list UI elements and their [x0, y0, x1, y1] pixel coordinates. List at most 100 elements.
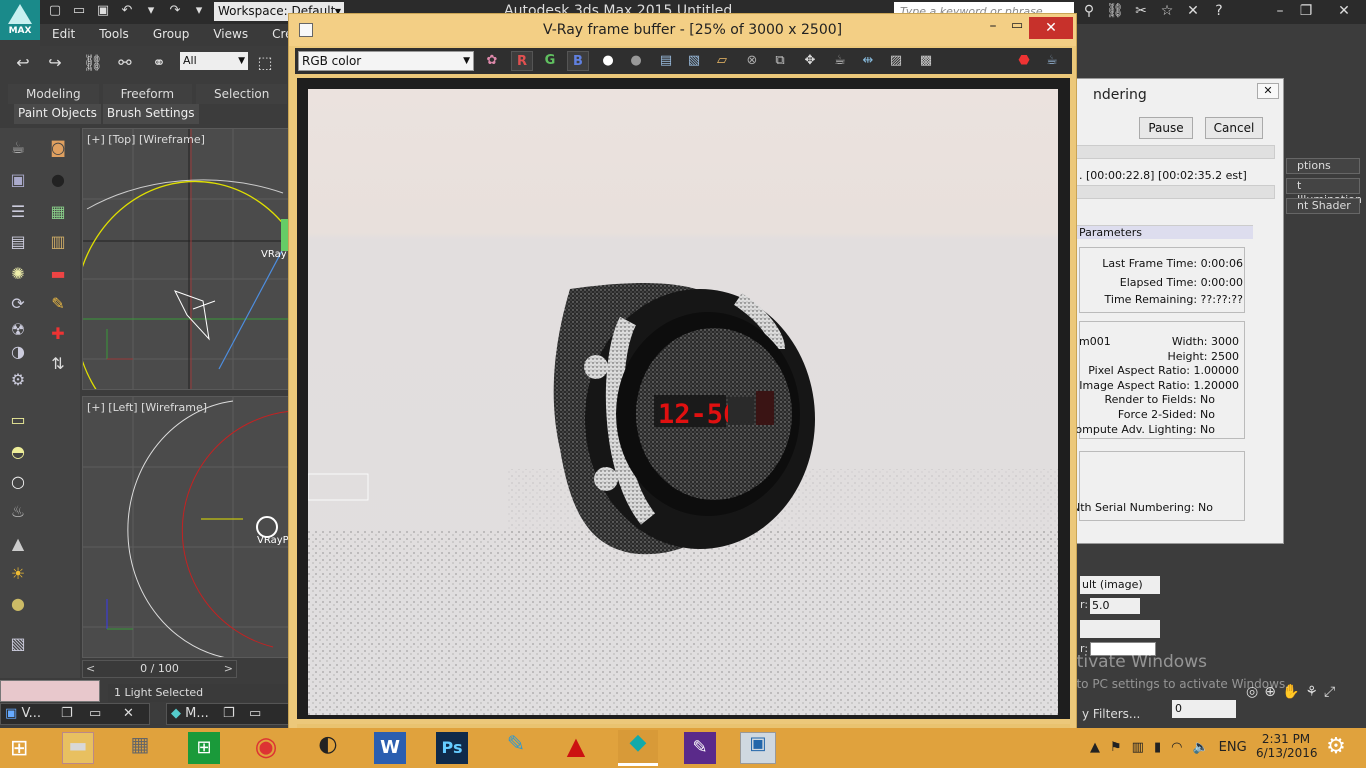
- tab-modeling[interactable]: Modeling: [8, 84, 99, 104]
- time-slider[interactable]: < 0 / 100 >: [82, 660, 237, 678]
- clear-image-icon[interactable]: ⊗: [741, 51, 763, 71]
- close-button[interactable]: ✕: [1029, 17, 1073, 39]
- brush-settings-button[interactable]: Brush Settings: [102, 104, 199, 124]
- sphere-black-icon[interactable]: ●: [46, 168, 70, 192]
- redo-icon[interactable]: ↷: [166, 2, 184, 20]
- media-player-icon[interactable]: ◐: [312, 732, 344, 764]
- image-filter-select[interactable]: ult (image): [1080, 576, 1160, 594]
- spreadsheet-icon[interactable]: ▦: [46, 200, 70, 224]
- sphere-gold-icon[interactable]: ●: [6, 592, 30, 616]
- close-button[interactable]: ✕: [1328, 0, 1360, 22]
- 3ds-max-taskbar-icon[interactable]: ◆: [618, 730, 658, 766]
- load-image-icon[interactable]: ▱: [711, 51, 733, 71]
- green-channel-toggle[interactable]: G: [539, 51, 561, 71]
- key-filters-button[interactable]: y Filters...: [1082, 707, 1140, 721]
- render-teapot-icon[interactable]: ☕: [1041, 51, 1063, 71]
- render-frame-icon[interactable]: ▣: [6, 168, 30, 192]
- close-icon[interactable]: ✕: [123, 704, 134, 724]
- render-view[interactable]: 12-56: [297, 78, 1070, 719]
- photoshop-icon[interactable]: Ps: [436, 732, 468, 764]
- favorites-icon[interactable]: ☆: [1158, 2, 1176, 20]
- camera-icon[interactable]: ◙: [46, 136, 70, 160]
- color-picker-icon[interactable]: ✿: [481, 51, 503, 71]
- unlink-icon[interactable]: ⚯: [114, 52, 136, 74]
- tab-selection[interactable]: Selection: [196, 84, 288, 104]
- undo-icon[interactable]: ↩: [12, 52, 34, 74]
- app-logo[interactable]: MAX: [0, 0, 40, 40]
- sun-icon[interactable]: ☀: [6, 562, 30, 586]
- select-object-icon[interactable]: ⬚: [254, 52, 276, 74]
- rendered-image[interactable]: 12-56: [308, 89, 1058, 715]
- gradient-icon[interactable]: ▬: [46, 262, 70, 286]
- maximize-button[interactable]: ❐: [1290, 0, 1322, 22]
- size-spinner[interactable]: 5.0: [1090, 598, 1140, 614]
- maximize-button[interactable]: ▭: [1005, 18, 1029, 38]
- first-aid-icon[interactable]: ✚: [46, 322, 70, 346]
- minimize-button[interactable]: –: [981, 18, 1005, 38]
- duplicate-to-vfb-icon[interactable]: ⧉: [769, 51, 791, 71]
- maximize-icon[interactable]: ▭: [249, 704, 261, 724]
- arrows-icon[interactable]: ⇅: [46, 352, 70, 376]
- sync-icon[interactable]: ⟳: [6, 292, 30, 316]
- maximize-viewport-icon[interactable]: ⤢: [1324, 684, 1335, 724]
- file-explorer-icon[interactable]: ▬: [62, 732, 94, 764]
- new-file-icon[interactable]: ▢: [46, 2, 64, 20]
- reset-icon[interactable]: ◑: [6, 340, 30, 364]
- viewport-left-label[interactable]: [+] [Left] [Wireframe]: [87, 401, 207, 414]
- film-icon[interactable]: ▥: [46, 230, 70, 254]
- viewport-top[interactable]: [+] [Top] [Wireframe] VRay: [82, 128, 292, 390]
- close-icon[interactable]: ✕: [1257, 83, 1279, 99]
- menu-views[interactable]: Views: [201, 24, 260, 46]
- network-tray-icon[interactable]: ▥: [1132, 740, 1144, 755]
- brush-icon[interactable]: ✎: [46, 292, 70, 316]
- word-icon[interactable]: W: [374, 732, 406, 764]
- save-image-icon[interactable]: ▤: [655, 51, 677, 71]
- network-icon[interactable]: ⛓: [1106, 2, 1124, 20]
- blue-channel-toggle[interactable]: B: [567, 51, 589, 71]
- history-icon[interactable]: ▩: [915, 51, 937, 71]
- restore-icon[interactable]: ❐: [61, 704, 73, 724]
- parameters-group-header[interactable]: Parameters: [1075, 225, 1253, 239]
- frame-stamp-icon[interactable]: ▨: [885, 51, 907, 71]
- binoculars-icon[interactable]: ⚲: [1080, 2, 1098, 20]
- tools-icon[interactable]: ✂: [1132, 2, 1150, 20]
- maximize-icon[interactable]: ▭: [89, 704, 101, 724]
- global-illumination-rollout[interactable]: t Illumination: [1286, 178, 1362, 206]
- list-icon[interactable]: ☰: [6, 200, 30, 224]
- redo-dropdown-icon[interactable]: ▾: [190, 2, 208, 20]
- undo-dropdown-icon[interactable]: ▾: [142, 2, 160, 20]
- exchange-icon[interactable]: ✕: [1184, 2, 1202, 20]
- light-icon[interactable]: ✺: [6, 262, 30, 286]
- region-render-icon[interactable]: ☕: [829, 51, 851, 71]
- current-frame-field[interactable]: 0: [1172, 700, 1236, 718]
- track-mouse-icon[interactable]: ✥: [799, 51, 821, 71]
- viewport-left[interactable]: [+] [Left] [Wireframe] VRayP: [82, 396, 292, 658]
- bind-spacewarp-icon[interactable]: ⚭: [148, 52, 170, 74]
- paint-objects-button[interactable]: Paint Objects: [14, 104, 101, 124]
- tab-freeform[interactable]: Freeform: [102, 84, 193, 104]
- save-icon[interactable]: ▣: [94, 2, 112, 20]
- start-icon[interactable]: ⊞: [10, 736, 36, 762]
- mono-icon[interactable]: ●: [625, 51, 647, 71]
- signal-icon[interactable]: ▮: [1154, 740, 1161, 755]
- stop-render-icon[interactable]: ⬣: [1013, 51, 1035, 71]
- flag-icon[interactable]: ⚑: [1110, 740, 1122, 755]
- cone-icon[interactable]: ▲: [6, 532, 30, 556]
- firewall-icon[interactable]: ▦: [124, 732, 156, 764]
- sphere-light-icon[interactable]: ○: [6, 470, 30, 494]
- alpha-white-icon[interactable]: ●: [597, 51, 619, 71]
- vfb-title-bar[interactable]: V-Ray frame buffer - [25% of 3000 x 2500…: [289, 14, 1076, 46]
- autocad-icon[interactable]: ▲: [560, 732, 592, 764]
- volume-icon[interactable]: 🔈: [1192, 740, 1208, 755]
- options-rollout[interactable]: ptions: [1286, 158, 1360, 174]
- store-icon[interactable]: ⊞: [188, 732, 220, 764]
- restore-icon[interactable]: ❐: [223, 704, 235, 724]
- secondary-select[interactable]: [1080, 620, 1160, 638]
- clock[interactable]: 2:31 PM 6/13/2016: [1256, 732, 1318, 760]
- robot-icon[interactable]: ☢: [6, 318, 30, 342]
- menu-tools[interactable]: Tools: [87, 24, 141, 46]
- pause-button[interactable]: Pause: [1139, 117, 1193, 139]
- chrome-icon[interactable]: ◉: [250, 732, 282, 764]
- open-file-icon[interactable]: ▭: [70, 2, 88, 20]
- plane-icon[interactable]: ▭: [6, 408, 30, 432]
